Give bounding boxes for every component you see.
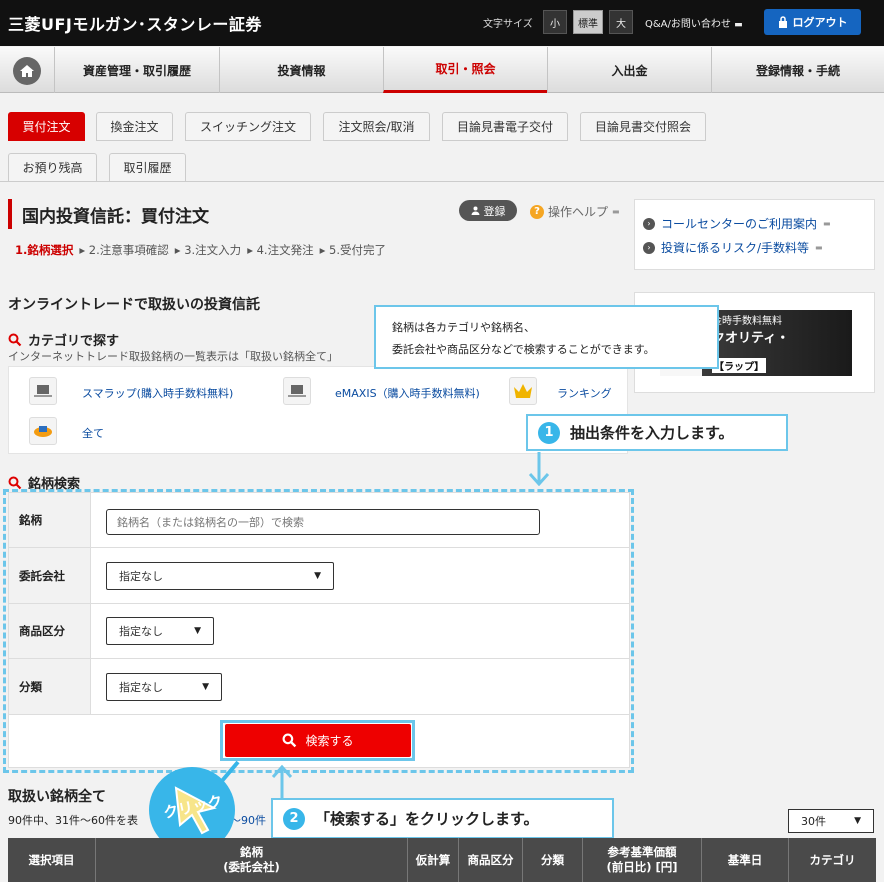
- arrow-right-icon: ›: [643, 217, 655, 230]
- step-5: ▸ 5.受付完了: [319, 243, 386, 257]
- banner-line2: クオリティ・: [712, 331, 790, 346]
- col-product-type: 商品区分: [459, 838, 523, 882]
- step-indicator: 1.銘柄選択 ▸ 2.注意事項確認 ▸ 3.注文入力 ▸ 4.注文発注 ▸ 5.…: [15, 242, 386, 258]
- home-icon: [20, 65, 34, 77]
- global-nav: 資産管理・取引履歴 投資情報 取引・照会 入出金 登録情報・手続: [0, 47, 884, 93]
- online-heading: オンライントレードで取扱いの投資信託: [8, 297, 260, 313]
- call-center-label: コールセンターのご利用案内: [661, 217, 818, 231]
- search-icon: [8, 333, 22, 346]
- tab-prospectus-electronic[interactable]: 目論見書電子交付: [442, 112, 568, 141]
- font-size-small-button[interactable]: 小: [543, 10, 567, 34]
- arrow-up-icon: [271, 764, 293, 800]
- tab-balance[interactable]: お預り残高: [8, 153, 97, 182]
- col-category: カテゴリ: [809, 852, 856, 867]
- window-icon: ▬: [734, 20, 743, 30]
- callout-line1: 銘柄は各カテゴリや銘柄名、: [392, 321, 535, 334]
- font-size-standard-button[interactable]: 標準: [573, 10, 603, 34]
- category-emaxis[interactable]: eMAXIS（購入時手数料無料): [335, 385, 480, 401]
- home-button[interactable]: [13, 57, 41, 85]
- step1-callout: 1 抽出条件を入力します。: [526, 414, 788, 451]
- tab-order-inquiry[interactable]: 注文照会/取消: [323, 112, 430, 141]
- step-3: ▸ 3.注文入力: [174, 243, 242, 257]
- col-base-date: 基準日: [702, 838, 789, 882]
- arrow-right-icon: ›: [643, 241, 655, 254]
- tab-history[interactable]: 取引履歴: [109, 153, 186, 182]
- banner-line1: 金時手数料無料: [712, 316, 782, 327]
- font-size-large-button[interactable]: 大: [609, 10, 633, 34]
- tab-switching-order[interactable]: スイッチング注文: [185, 112, 311, 141]
- category-description: インターネットトレード取扱銘柄の一覧表示は「取扱い銘柄全て」: [8, 350, 338, 363]
- results-heading: 取扱い銘柄全て: [8, 789, 106, 805]
- operation-help-link[interactable]: ? 操作ヘルプ ▬: [530, 203, 620, 220]
- register-label: 登録: [483, 204, 506, 218]
- window-icon: ▬: [823, 219, 831, 228]
- info-callout: 銘柄は各カテゴリや銘柄名、 委託会社や商品区分などで検索することができます。: [374, 305, 719, 369]
- col-classification: 分類: [523, 838, 583, 882]
- crown-icon: [509, 377, 537, 405]
- help-icon: ?: [530, 204, 544, 219]
- search-button-highlight: [220, 720, 415, 761]
- window-icon: ▬: [612, 207, 620, 216]
- nav-registration[interactable]: 登録情報・手続: [711, 47, 884, 93]
- nav-investment-info[interactable]: 投資情報: [219, 47, 383, 93]
- step2-number: 2: [283, 807, 305, 830]
- register-button[interactable]: 登録: [459, 200, 517, 221]
- nav-assets[interactable]: 資産管理・取引履歴: [54, 47, 219, 93]
- per-page-value: 30件: [801, 815, 826, 828]
- banner-line3: 【ラップ】: [712, 358, 766, 373]
- tab-divider: [0, 181, 884, 182]
- step-1: 1.銘柄選択: [15, 243, 74, 257]
- step2-callout: 2 「検索する」をクリックします。: [271, 798, 614, 839]
- category-ranking[interactable]: ランキング: [557, 385, 612, 401]
- page-title: 国内投資信託：買付注文: [8, 199, 248, 229]
- qa-link[interactable]: Q&A/お問い合わせ ▬: [645, 15, 743, 30]
- nav-trading[interactable]: 取引・照会: [383, 47, 547, 93]
- brand-logo: 三菱UFJモルガン･スタンレー証券: [8, 15, 262, 34]
- category-heading: カテゴリで探す: [8, 330, 119, 349]
- qa-link-label[interactable]: Q&A/お問い合わせ: [645, 19, 731, 30]
- tab-buy-order[interactable]: 買付注文: [8, 112, 85, 141]
- step1-number: 1: [538, 421, 560, 444]
- tab-prospectus-inquiry[interactable]: 目論見書交付照会: [580, 112, 706, 141]
- step-2: ▸ 2.注意事項確認: [79, 243, 169, 257]
- risk-fee-link[interactable]: › 投資に係るリスク/手数料等 ▬: [643, 239, 823, 256]
- logout-label: ログアウト: [792, 16, 848, 29]
- top-bar: 三菱UFJモルガン･スタンレー証券 文字サイズ 小 標準 大 Q&A/お問い合わ…: [0, 0, 884, 46]
- caret-down-icon: ▼: [854, 816, 861, 826]
- nav-deposit[interactable]: 入出金: [547, 47, 711, 93]
- callout-line2: 委託会社や商品区分などで検索することができます。: [392, 343, 655, 356]
- arrow-down-icon: [528, 452, 550, 486]
- col-fund: 銘柄 (委託会社): [96, 838, 408, 882]
- call-center-link[interactable]: › コールセンターのご利用案内 ▬: [643, 215, 831, 232]
- category-smart-wrap[interactable]: スマラップ(購入時手数料無料): [82, 385, 233, 401]
- col-select: 選択項目: [8, 838, 96, 882]
- risk-fee-label: 投資に係るリスク/手数料等: [661, 241, 810, 255]
- col-simulation: 仮計算: [408, 838, 459, 882]
- all-funds-icon: [29, 417, 57, 445]
- sidebar-links: › コールセンターのご利用案内 ▬ › 投資に係るリスク/手数料等 ▬: [634, 199, 875, 270]
- category-all[interactable]: 全て: [82, 425, 104, 441]
- operation-help-label: 操作ヘルプ: [548, 205, 609, 219]
- step-4: ▸ 4.注文発注: [247, 243, 314, 257]
- per-page-select[interactable]: 30件 ▼: [788, 809, 874, 833]
- col-reference-price: 参考基準価額 (前日比) [円]: [583, 838, 702, 882]
- window-icon: ▬: [815, 243, 823, 252]
- results-table-header: 選択項目 銘柄 (委託会社) 仮計算 商品区分 分類 参考基準価額 (前日比) …: [8, 838, 876, 882]
- logout-button[interactable]: ログアウト: [764, 9, 861, 35]
- step1-text: 抽出条件を入力します。: [570, 424, 734, 442]
- search-icon: [8, 476, 22, 489]
- category-heading-label: カテゴリで探す: [28, 334, 120, 349]
- font-size-label: 文字サイズ: [483, 19, 533, 30]
- laptop-icon: [283, 377, 311, 405]
- person-icon: [471, 206, 479, 215]
- tab-redeem-order[interactable]: 換金注文: [96, 112, 173, 141]
- step2-text: 「検索する」をクリックします。: [315, 810, 539, 828]
- laptop-icon: [29, 377, 57, 405]
- lock-icon: [778, 16, 787, 28]
